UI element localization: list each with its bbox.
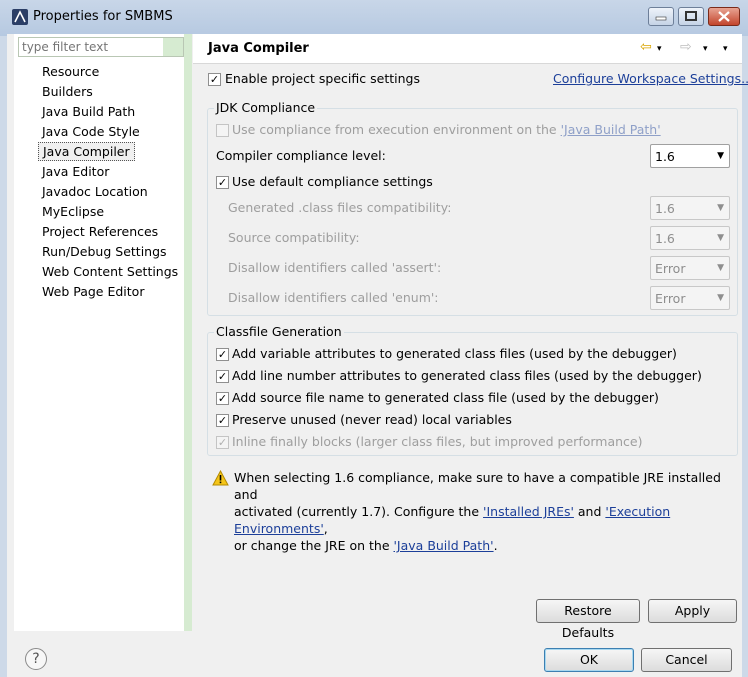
tree-item-java-editor[interactable]: Java Editor: [38, 162, 113, 181]
use-env-compliance-text: Use compliance from execution environmen…: [232, 122, 561, 137]
maximize-icon: [685, 11, 697, 21]
back-arrow-icon[interactable]: ⇦: [640, 38, 652, 56]
chevron-down-icon: ▼: [717, 293, 724, 303]
warning-line-2: activated (currently 1.7). Configure the…: [234, 503, 734, 537]
warning-line-1: When selecting 1.6 compliance, make sure…: [234, 470, 721, 502]
tree-item-project-references[interactable]: Project References: [38, 222, 162, 241]
close-icon: [718, 11, 730, 22]
configure-workspace-link[interactable]: Configure Workspace Settings...: [553, 71, 748, 87]
installed-jres-link[interactable]: 'Installed JREs': [483, 504, 574, 519]
ok-button[interactable]: OK: [544, 648, 634, 672]
use-default-compliance-label: Use default compliance settings: [232, 174, 433, 189]
tree-item-javadoc-location[interactable]: Javadoc Location: [38, 182, 152, 201]
filter-box: [18, 37, 184, 57]
inline-finally-blocks-label: Inline finally blocks (larger class file…: [232, 434, 643, 449]
compliance-level-select[interactable]: 1.6 ▼: [650, 144, 730, 168]
warning-line-2-text: activated (currently 1.7). Configure the: [234, 504, 484, 519]
forward-dropdown-icon[interactable]: ▾: [703, 40, 708, 58]
warning-period: .: [493, 538, 498, 553]
warning-comma: ,: [323, 521, 328, 536]
help-icon[interactable]: ?: [25, 648, 47, 670]
use-env-compliance-checkbox: [216, 124, 229, 137]
use-default-compliance-checkbox[interactable]: ✓: [216, 176, 229, 189]
cancel-button[interactable]: Cancel: [641, 648, 732, 672]
jdk-compliance-title: JDK Compliance: [214, 100, 318, 116]
add-line-number-label: Add line number attributes to generated …: [232, 368, 702, 383]
warning-line-3-text: or change the JRE on the: [234, 538, 394, 553]
source-compat-select: 1.6 ▼: [650, 226, 730, 250]
enable-project-specific-label: Enable project specific settings: [225, 71, 420, 86]
filter-clear-icon[interactable]: [163, 38, 183, 56]
inline-finally-blocks-checkbox: ✓: [216, 436, 229, 449]
preserve-unused-variables-checkbox[interactable]: ✓: [216, 414, 229, 427]
add-variable-attributes-label: Add variable attributes to generated cla…: [232, 346, 677, 361]
chevron-down-icon: ▼: [717, 203, 724, 213]
sash[interactable]: [184, 34, 192, 631]
restore-defaults-button[interactable]: Restore Defaults: [536, 599, 640, 640]
warning-icon: [212, 470, 229, 486]
disallow-assert-select: Error ▼: [650, 256, 730, 280]
add-variable-attributes-checkbox[interactable]: ✓: [216, 348, 229, 361]
tree-item-web-content-settings[interactable]: Web Content Settings: [38, 262, 182, 281]
use-env-compliance-label: Use compliance from execution environmen…: [232, 122, 661, 138]
app-icon: [12, 9, 28, 25]
compliance-level-label: Compiler compliance level:: [216, 148, 386, 163]
warning-line-3: or change the JRE on the 'Java Build Pat…: [234, 537, 734, 554]
tree-item-builders[interactable]: Builders: [38, 82, 97, 101]
source-compat-label: Source compatibility:: [228, 230, 360, 245]
add-source-file-name-label: Add source file name to generated class …: [232, 390, 659, 405]
disallow-enum-select: Error ▼: [650, 286, 730, 310]
class-files-compat-value: 1.6: [655, 201, 675, 216]
forward-arrow-icon: ⇨: [680, 39, 692, 55]
classfile-generation-title: Classfile Generation: [214, 324, 344, 340]
back-dropdown-icon[interactable]: ▾: [657, 40, 662, 58]
chevron-down-icon: ▼: [717, 151, 724, 161]
use-env-build-path-link: 'Java Build Path': [560, 122, 661, 137]
class-files-compat-select: 1.6 ▼: [650, 196, 730, 220]
add-source-file-name-checkbox[interactable]: ✓: [216, 392, 229, 405]
view-menu-icon[interactable]: ▾: [723, 40, 728, 58]
compliance-level-value: 1.6: [655, 149, 675, 164]
add-line-number-checkbox[interactable]: ✓: [216, 370, 229, 383]
window-title: Properties for SMBMS: [33, 9, 173, 24]
chevron-down-icon: ▼: [717, 233, 724, 243]
class-files-compat-label: Generated .class files compatibility:: [228, 200, 452, 215]
disallow-enum-value: Error: [655, 291, 686, 306]
disallow-enum-label: Disallow identifiers called 'enum':: [228, 290, 439, 305]
tree-item-web-page-editor[interactable]: Web Page Editor: [38, 282, 148, 301]
tree-item-myeclipse[interactable]: MyEclipse: [38, 202, 108, 221]
minimize-icon: [655, 16, 667, 21]
preserve-unused-variables-label: Preserve unused (never read) local varia…: [232, 412, 512, 427]
compliance-warning: When selecting 1.6 compliance, make sure…: [234, 469, 734, 554]
page-title: Java Compiler: [208, 41, 309, 56]
tree-item-java-compiler[interactable]: Java Compiler: [38, 142, 135, 161]
disallow-assert-value: Error: [655, 261, 686, 276]
tree-item-resource[interactable]: Resource: [38, 62, 103, 81]
apply-button[interactable]: Apply: [648, 599, 737, 623]
warning-and: and: [573, 504, 606, 519]
enable-project-specific-checkbox[interactable]: ✓: [208, 73, 221, 86]
filter-input[interactable]: [19, 38, 162, 56]
source-compat-value: 1.6: [655, 231, 675, 246]
java-build-path-link[interactable]: 'Java Build Path': [394, 538, 494, 553]
tree-item-java-code-style[interactable]: Java Code Style: [38, 122, 144, 141]
tree-item-run-debug-settings[interactable]: Run/Debug Settings: [38, 242, 171, 261]
disallow-assert-label: Disallow identifiers called 'assert':: [228, 260, 442, 275]
chevron-down-icon: ▼: [717, 263, 724, 273]
tree-item-java-build-path[interactable]: Java Build Path: [38, 102, 139, 121]
